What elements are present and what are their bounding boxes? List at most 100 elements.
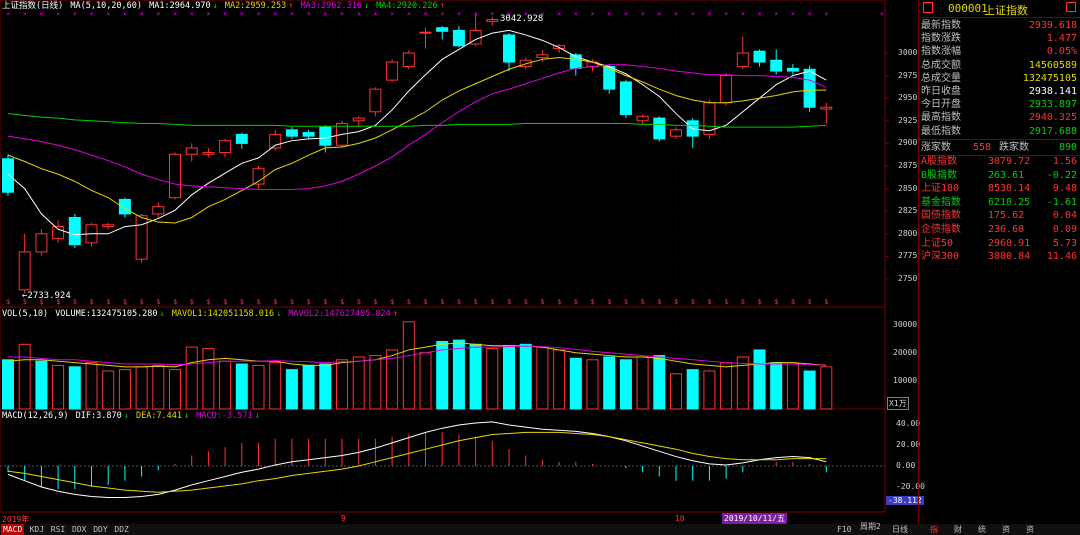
quote-label: 昨日收盘: [921, 86, 961, 97]
chart-area[interactable]: × × × × × × × × × × × × × × × × × × × × × × × × × × × × × × × × × × × × × × × ×…: [0, 0, 918, 524]
rise-label: 涨家数: [921, 142, 951, 153]
volume-unit: X1万: [887, 397, 909, 410]
dif-value: DIF:3.870: [75, 411, 122, 421]
indicator-tab-ddx[interactable]: DDX: [70, 524, 88, 535]
candle-down: [770, 59, 783, 72]
volume-tick-label: 20000: [893, 347, 918, 357]
f10-button[interactable]: F10: [835, 524, 853, 535]
volume-bar-down: [619, 359, 632, 410]
bottom-marker: $: [407, 298, 411, 306]
index-price: 2960.91: [988, 237, 1031, 249]
bottom-marker: $: [290, 298, 294, 306]
index-row[interactable]: B股指数 263.61 -0.22: [921, 170, 1077, 182]
ma2-value: MA2:2959.253: [224, 1, 287, 11]
indicator-tab-kdj[interactable]: KDJ: [28, 524, 46, 535]
bottom-marker: $: [674, 298, 678, 306]
panel-tab[interactable]: 指: [928, 524, 940, 535]
index-row[interactable]: 上证180 8530.14 9.48: [921, 183, 1077, 195]
daily-period-tab[interactable]: 日线: [890, 524, 910, 535]
quote-row: 指数涨跌 1.477: [921, 33, 1077, 45]
indicator-tab-rsi[interactable]: RSI: [49, 524, 67, 535]
index-row[interactable]: 国债指数 175.62 0.04: [921, 210, 1077, 222]
index-name: 国债指数: [921, 210, 961, 222]
candle-down: [803, 68, 816, 108]
indicator-tab-ddz[interactable]: DDZ: [112, 524, 130, 535]
index-change: 0.04: [1052, 210, 1077, 222]
macd-series: [0, 421, 885, 498]
top-marker: ×: [657, 10, 661, 18]
top-marker: ×: [791, 10, 795, 18]
index-name: A股指数: [921, 156, 958, 167]
bottom-marker: $: [591, 298, 595, 306]
candle-up: [219, 140, 232, 153]
bottom-marker: $: [490, 298, 494, 306]
bottom-marker: $: [724, 298, 728, 306]
bottom-marker: $: [156, 298, 160, 306]
panel-tab[interactable]: 统: [976, 524, 988, 535]
bottom-marker: $: [507, 298, 511, 306]
bottom-marker: $: [123, 298, 127, 306]
volume-bar-up: [135, 366, 148, 410]
index-price: 3079.72: [988, 156, 1031, 167]
volume-bar-up: [636, 356, 649, 410]
index-row[interactable]: 基金指数 6210.25 -1.61: [921, 197, 1077, 209]
index-row[interactable]: 沪深300 3880.84 11.46: [921, 251, 1077, 263]
bottom-marker: $: [173, 298, 177, 306]
dif-arrow: ↓: [123, 411, 129, 421]
stock-select-icon[interactable]: [923, 2, 933, 13]
index-name: 企债指数: [921, 224, 961, 235]
chart-grid: [0, 0, 889, 513]
volume-bar-up: [269, 362, 282, 410]
top-marker: ×: [880, 10, 884, 18]
panel-tab[interactable]: 资: [1000, 524, 1012, 535]
candle-up: [269, 133, 282, 149]
price-tick-label: 2900: [898, 138, 918, 148]
period2-button[interactable]: 周期2: [858, 523, 883, 535]
indicator-tab-ddy[interactable]: DDY: [91, 524, 109, 535]
ma1-arrow: ↓: [212, 1, 218, 11]
volume-bar-down: [35, 360, 48, 410]
bottom-marker: $: [457, 298, 461, 306]
top-marker: ×: [674, 10, 678, 18]
bottom-marker: $: [691, 298, 695, 306]
bottom-marker: $: [424, 298, 428, 306]
mavol2-arrow: ↑: [392, 309, 398, 319]
candle-down: [753, 50, 766, 63]
top-marker: ×: [490, 10, 494, 18]
bottom-marker: $: [90, 298, 94, 306]
candle-down: [653, 117, 666, 140]
index-row[interactable]: 企债指数 236.68 0.09: [921, 224, 1077, 236]
index-row[interactable]: A股指数 3079.72 1.56: [921, 156, 1077, 168]
panel-tab[interactable]: 资: [1024, 524, 1036, 535]
candle-down: [235, 133, 248, 144]
bottom-marker: $: [223, 298, 227, 306]
top-marker: ×: [724, 10, 728, 18]
quote-row: 总成交量 132475105: [921, 73, 1077, 85]
candle-up: [35, 233, 48, 253]
bottom-marker: $: [440, 298, 444, 306]
candle-down: [118, 198, 131, 215]
volume-bar-down: [503, 345, 515, 410]
volume-bar-up: [152, 364, 165, 410]
bottom-marker: $: [574, 298, 578, 306]
candle-up: [352, 117, 365, 122]
high-annotation: 3042.928: [500, 14, 544, 24]
volume-bar-up: [553, 349, 566, 410]
index-row[interactable]: 上证50 2960.91 5.73: [921, 238, 1077, 250]
indicator-tab-macd[interactable]: MACD: [1, 524, 25, 535]
volume-bar-down: [519, 343, 532, 410]
candle-down: [2, 158, 14, 193]
quote-divider: [918, 0, 919, 524]
index-name: 上证50: [921, 237, 954, 249]
volume-bar-down: [452, 339, 465, 410]
index-change: 0.09: [1052, 224, 1077, 235]
panel-tab[interactable]: 财: [952, 524, 964, 535]
index-change: 1.56: [1052, 156, 1077, 167]
bottom-marker: $: [6, 298, 10, 306]
dea-value: DEA:7.441: [135, 411, 183, 421]
panel-close-icon[interactable]: [1066, 2, 1076, 12]
price-tick-label: 2950: [898, 93, 918, 103]
volume-bar-down: [2, 359, 14, 410]
price-tick-label: 2925: [898, 115, 918, 125]
quote-panel: 000001 上证指数 最新指数 2939.618 指数涨跌 1.477 指数涨幅 0.0…: [918, 0, 1080, 535]
